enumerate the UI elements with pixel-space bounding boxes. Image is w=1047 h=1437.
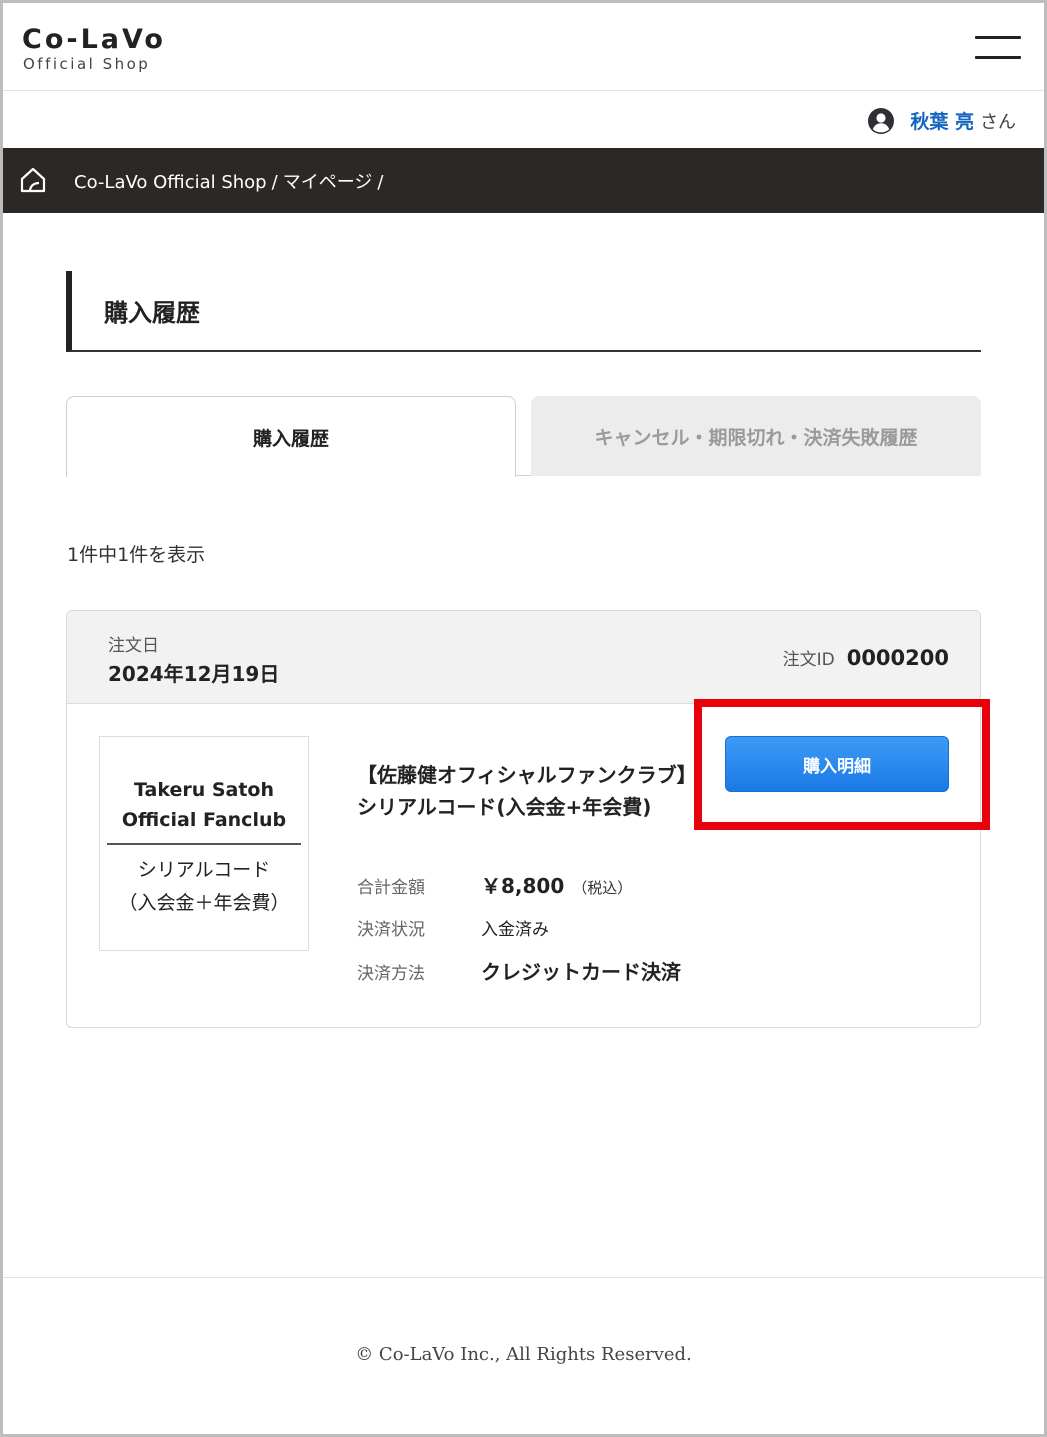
user-row: 秋葉 亮 さん — [3, 92, 1044, 148]
breadcrumb-mypage-link[interactable]: マイページ — [283, 172, 373, 193]
order-card-header: 注文日 2024年12月19日 注文ID 0000200 — [67, 611, 980, 704]
hamburger-menu-icon[interactable] — [975, 36, 1021, 62]
page-title: 購入履歴 — [104, 299, 200, 327]
order-id: 注文ID 0000200 — [783, 645, 949, 670]
site-header: Co-LaVo Official Shop — [3, 3, 1044, 91]
product-name: 【佐藤健オフィシャルファンクラブ】シリアルコード(入会金+年会費) — [357, 763, 697, 819]
total-value: ￥8,800 — [481, 874, 565, 898]
site-logo[interactable]: Co-LaVo Official Shop — [22, 24, 166, 74]
user-name: 秋葉 亮 — [910, 111, 974, 133]
order-date-value: 2024年12月19日 — [108, 662, 280, 686]
thumbnail-divider — [107, 843, 301, 845]
method-row: 決済方法 クレジットカード決済 — [357, 956, 681, 985]
user-account-link[interactable]: 秋葉 亮 さん — [868, 107, 1016, 134]
breadcrumb-separator: / — [377, 172, 384, 193]
breadcrumb-shop-link[interactable]: Co-LaVo Official Shop — [74, 172, 267, 193]
thumbnail-line1: Takeru Satoh — [133, 779, 275, 801]
total-label: 合計金額 — [357, 878, 425, 898]
order-id-label: 注文ID — [782, 650, 835, 670]
thumbnail-line4: （入会金＋年会費） — [118, 892, 290, 914]
total-row: 合計金額 ￥8,800 （税込） — [357, 870, 632, 899]
product-thumbnail: Takeru Satoh Official Fanclub シリアルコード （入… — [99, 736, 309, 951]
home-icon[interactable] — [19, 166, 47, 194]
highlight-box — [694, 699, 990, 830]
page-title-block: 購入履歴 — [66, 271, 981, 352]
breadcrumb: Co-LaVo Official Shop / マイページ / — [74, 168, 388, 194]
logo-sub-text: Official Shop — [23, 55, 151, 73]
thumbnail-subtitle: シリアルコード （入会金＋年会費） — [100, 854, 308, 920]
thumbnail-title: Takeru Satoh Official Fanclub — [100, 775, 308, 835]
user-circle-icon — [868, 107, 895, 134]
site-footer: © Co-LaVo Inc., All Rights Reserved. — [3, 1277, 1044, 1437]
history-tabs: 購入履歴 キャンセル・期限切れ・決済失敗履歴 — [66, 396, 981, 477]
tax-note: （税込） — [572, 879, 633, 897]
user-honorific: さん — [980, 111, 1016, 133]
result-count: 1件中1件を表示 — [67, 544, 206, 566]
logo-main-text: Co-LaVo — [22, 24, 166, 55]
tab-purchase-history[interactable]: 購入履歴 — [66, 396, 516, 477]
page-frame: Co-LaVo Official Shop 秋葉 亮 さん Co-LaVo Of… — [0, 0, 1047, 1437]
status-value: 入金済み — [481, 920, 549, 940]
status-row: 決済状況 入金済み — [357, 915, 549, 940]
order-id-value: 0000200 — [846, 646, 949, 670]
tab-cancel-history[interactable]: キャンセル・期限切れ・決済失敗履歴 — [531, 396, 981, 476]
order-date-label: 注文日 — [108, 636, 159, 656]
thumbnail-line3: シリアルコード — [137, 859, 271, 881]
thumbnail-line2: Official Fanclub — [121, 809, 287, 831]
breadcrumb-separator: / — [271, 172, 278, 193]
method-value: クレジットカード決済 — [481, 960, 681, 984]
status-label: 決済状況 — [357, 920, 425, 940]
breadcrumb-bar: Co-LaVo Official Shop / マイページ / — [3, 148, 1044, 213]
method-label: 決済方法 — [357, 964, 425, 984]
copyright: © Co-LaVo Inc., All Rights Reserved. — [355, 1344, 692, 1365]
